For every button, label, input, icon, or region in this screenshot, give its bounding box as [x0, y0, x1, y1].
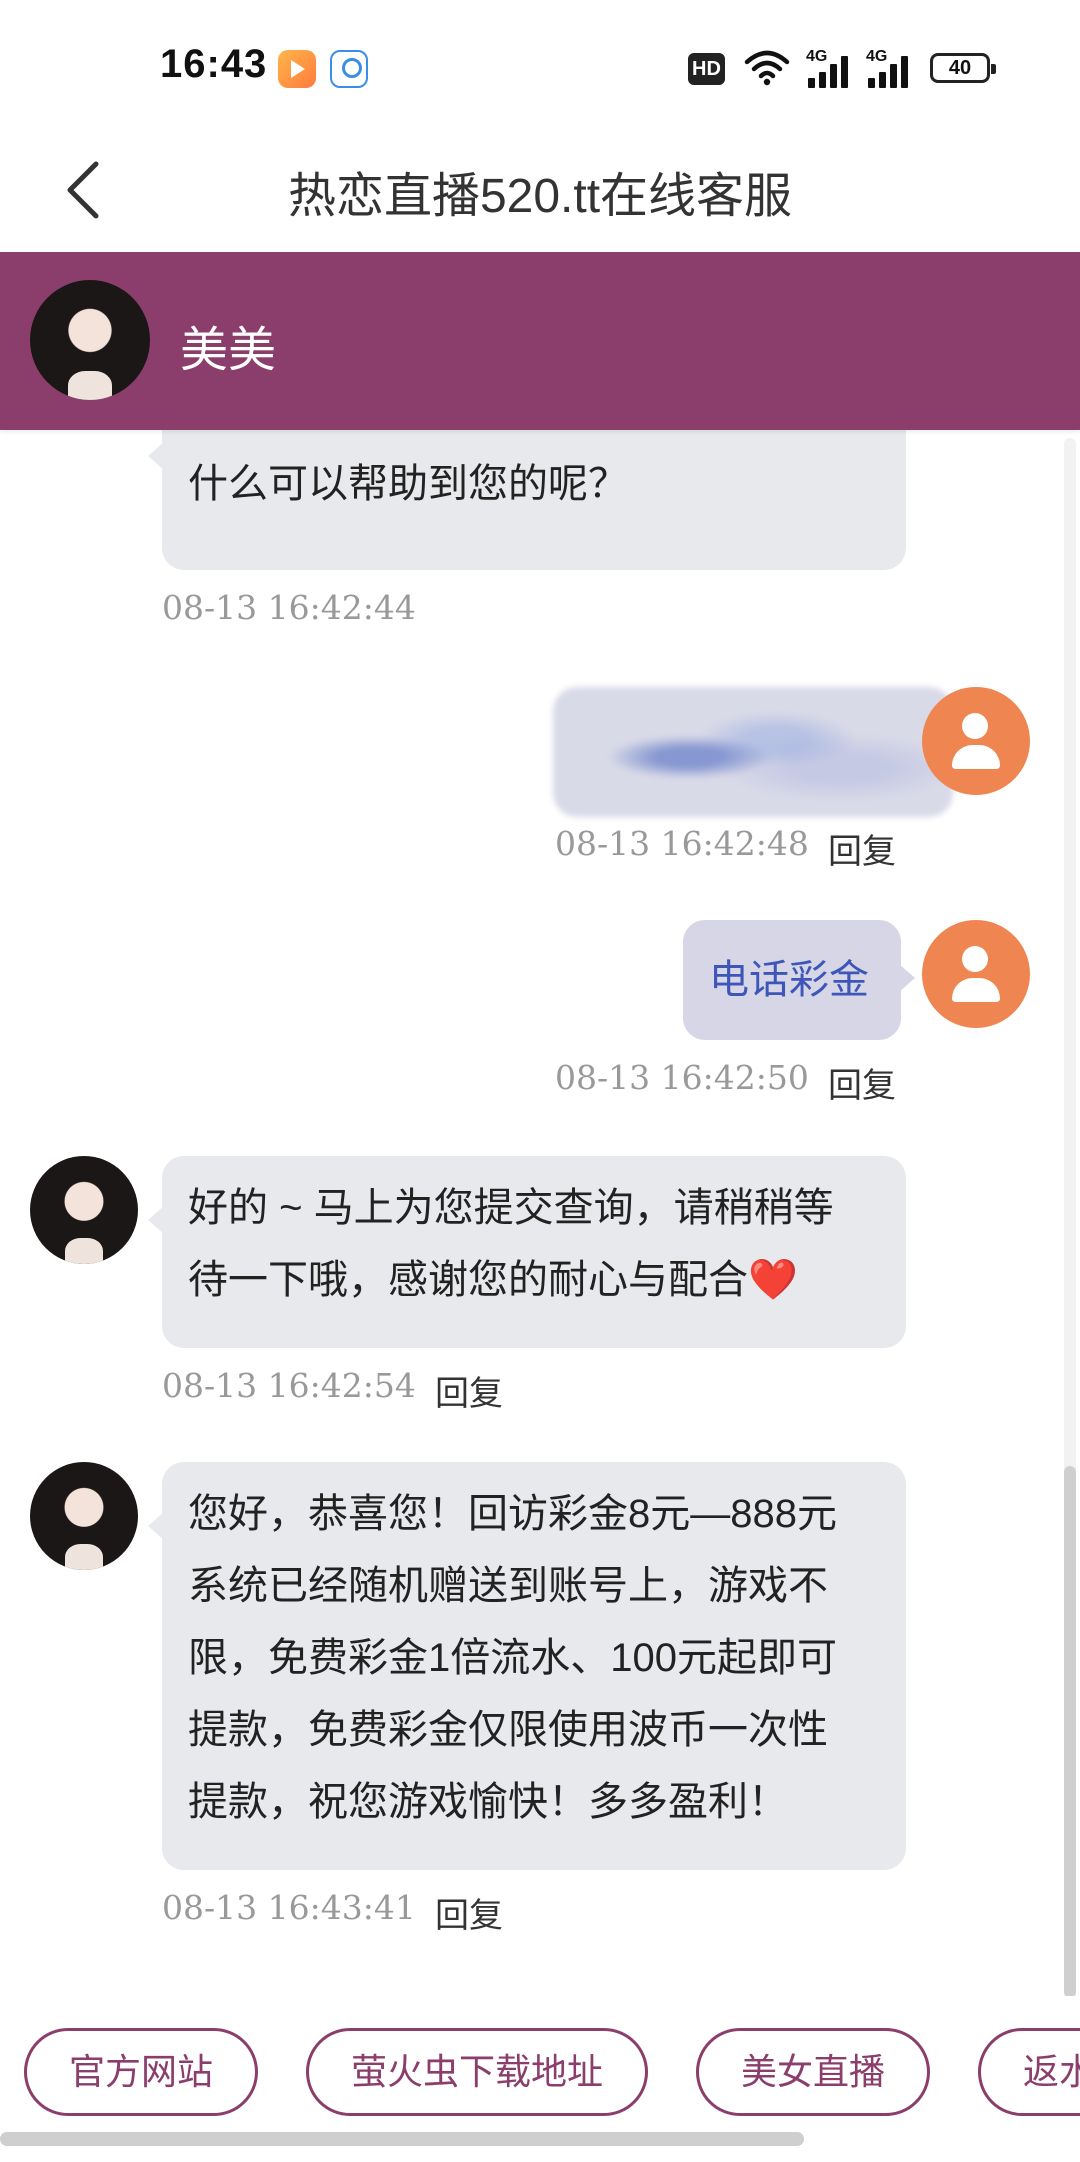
signal-icon: 4G — [866, 48, 914, 88]
blurred-user-message — [553, 687, 953, 817]
agent-avatar — [30, 1462, 138, 1570]
message-text: 电话彩金 — [709, 958, 869, 1002]
hd-voice-icon: HD — [688, 53, 725, 85]
message-line: 您好，恭喜您！回访彩金8元—888元 — [188, 1492, 837, 1536]
quick-link-rebate[interactable]: 返水 — [978, 2028, 1080, 2116]
user-avatar — [922, 920, 1030, 1028]
message-line: 限，免费彩金1倍流水、100元起即可 — [188, 1636, 837, 1680]
message-timestamp: 08-13 16:42:48 — [555, 824, 809, 863]
quick-link-official-site[interactable]: 官方网站 — [24, 2028, 258, 2116]
user-avatar — [922, 687, 1030, 795]
agent-avatar — [30, 280, 150, 400]
agent-name: 美美 — [180, 324, 277, 377]
status-bar: 16:43 HD 4G 4G 40 — [0, 0, 1080, 130]
app-header: 热恋直播520.tt在线客服 — [0, 130, 1080, 252]
message-timestamp: 08-13 16:42:44 — [162, 588, 416, 627]
agent-banner: 美美 — [0, 252, 1080, 430]
message-line: 好的 ~ 马上为您提交查询，请稍稍等 — [188, 1186, 834, 1230]
signal-icon: 4G — [806, 48, 854, 88]
agent-avatar — [30, 1156, 138, 1264]
wifi-icon — [744, 50, 790, 86]
agent-message-bubble: 好的 ~ 马上为您提交查询，请稍稍等 待一下哦，感谢您的耐心与配合❤️ — [148, 1156, 906, 1348]
message-timestamp: 08-13 16:42:54 — [162, 1366, 416, 1405]
reply-button[interactable]: 回复 — [435, 1366, 503, 1415]
page-title: 热恋直播520.tt在线客服 — [287, 170, 793, 223]
status-time: 16:43 — [160, 42, 268, 86]
message-line: 什么可以帮助到您的呢？ — [188, 462, 628, 506]
reply-button[interactable]: 回复 — [435, 1888, 503, 1937]
reply-button[interactable]: 回复 — [828, 824, 896, 873]
message-line: 提款，免费彩金仅限使用波币一次性 — [188, 1708, 828, 1752]
message-line: 提款，祝您游戏愉快！多多盈利！ — [188, 1780, 788, 1824]
message-timestamp: 08-13 16:43:41 — [162, 1888, 416, 1927]
quick-link-live[interactable]: 美女直播 — [696, 2028, 930, 2116]
battery-icon: 40 — [930, 53, 996, 83]
video-app-icon — [278, 50, 316, 88]
reply-button[interactable]: 回复 — [828, 1058, 896, 1107]
quick-links-scrollbar[interactable] — [0, 2132, 804, 2146]
browser-app-icon — [330, 50, 368, 88]
agent-message-bubble: 您好，恭喜您！回访彩金8元—888元 系统已经随机赠送到账号上，游戏不 限，免费… — [148, 1462, 906, 1870]
chat-area[interactable]: 520.tt】，很高兴为您服务，请问有 什么可以帮助到您的呢？ 08-13 16… — [0, 252, 1080, 1994]
quick-link-download[interactable]: 萤火虫下载地址 — [306, 2028, 648, 2116]
message-line: 系统已经随机赠送到账号上，游戏不 — [188, 1564, 828, 1608]
chat-scroll-thumb[interactable] — [1064, 1466, 1076, 1998]
user-message-bubble: 电话彩金 — [683, 920, 915, 1040]
message-timestamp: 08-13 16:42:50 — [555, 1058, 809, 1097]
message-line: 待一下哦，感谢您的耐心与配合❤️ — [188, 1258, 798, 1302]
